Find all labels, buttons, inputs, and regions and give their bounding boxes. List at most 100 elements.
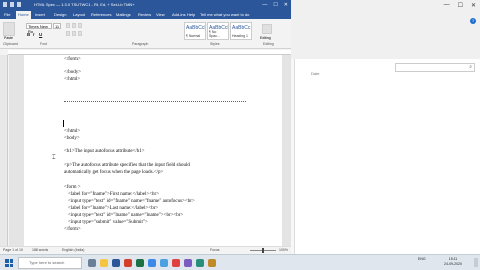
chrome-browser-icon[interactable] (172, 259, 180, 267)
page-count[interactable]: Page 1 of 10 (3, 247, 23, 254)
redo-icon[interactable] (17, 2, 21, 7)
doc-line: <body> (64, 136, 80, 141)
bullets-icon[interactable] (66, 23, 70, 28)
paste-button[interactable] (3, 22, 15, 36)
font-name-select[interactable]: Times New Ro (26, 23, 52, 34)
doc-line: <label for="lname">Last name:</label><br… (68, 206, 159, 211)
explorer-nav-pane (291, 59, 295, 254)
explorer-content: ⌕ Date (291, 59, 480, 254)
align-left-icon[interactable] (66, 31, 70, 36)
doc-line: </form> (64, 57, 81, 62)
powerpoint-app-icon[interactable] (124, 259, 132, 267)
zoom-slider-handle[interactable] (262, 248, 264, 253)
group-label-font: Font (40, 42, 48, 46)
zoom-level[interactable]: 100% (279, 247, 288, 254)
excel-app-icon[interactable] (136, 259, 144, 267)
doc-line: <input type="text" id="lname" name="lnam… (68, 213, 184, 218)
style-name: Heading 1 (232, 34, 248, 38)
tab-mailings[interactable]: Mailings (114, 11, 133, 19)
focus-mode-button[interactable]: Focus (210, 247, 220, 254)
underline-button[interactable]: U (39, 32, 42, 37)
ribbon-home: Paste Times New Ro 11 B I U AaBbCcDc ¶ N… (0, 19, 291, 49)
mouse-pointer-icon: ⌶ (52, 155, 56, 161)
tab-insert[interactable]: Insert (33, 11, 47, 19)
close-icon[interactable]: ✕ (284, 0, 288, 10)
explorer-toolbar: — ☐ ✕ ? (291, 0, 480, 59)
explorer-search-input[interactable]: ⌕ (395, 63, 475, 72)
editing-button[interactable] (262, 24, 272, 34)
multilevel-list-icon[interactable] (78, 23, 82, 28)
minimize-icon[interactable]: — (262, 0, 267, 10)
task-view-icon[interactable] (88, 259, 96, 267)
tab-help[interactable]: Help (185, 11, 197, 19)
notification-icon[interactable] (474, 258, 478, 267)
tab-references[interactable]: References (89, 11, 113, 19)
taskbar-search-input[interactable]: Type here to search (18, 257, 82, 269)
app-icon[interactable] (196, 259, 204, 267)
minimize-icon[interactable]: — (444, 2, 450, 9)
maximize-icon[interactable]: ☐ (273, 0, 277, 10)
maximize-icon[interactable]: ☐ (458, 2, 463, 9)
style-heading-1[interactable]: AaBbCc Heading 1 (230, 22, 252, 40)
windows-start-icon[interactable] (5, 259, 13, 267)
numbering-icon[interactable] (72, 23, 76, 28)
doc-line: <form > (64, 185, 81, 190)
language-indicator[interactable]: ENG (418, 257, 426, 262)
word-count[interactable]: 188 words (32, 247, 48, 254)
editing-label: Editing (260, 36, 271, 40)
doc-line: <input type="text" id="fname" name="fnam… (68, 199, 195, 204)
help-icon[interactable]: ? (470, 18, 476, 24)
column-header-date[interactable]: Date (311, 71, 319, 76)
tell-me-search[interactable]: Tell me what you want to do (200, 11, 249, 19)
tab-design[interactable]: Design (52, 11, 68, 19)
style-no-spacing[interactable]: AaBbCcDc ¶ No Spac... (207, 22, 229, 40)
style-name: ¶ Normal (186, 34, 201, 38)
word-window: HTML Spec — 1.3.0 TSUTWC1 - Rt, Ed, + Se… (0, 0, 291, 254)
mail-app-icon[interactable] (160, 259, 168, 267)
paste-label: Paste (4, 36, 13, 40)
style-sample: AaBbCc (232, 25, 251, 31)
doc-line: <label for="fname">First name:</label><b… (68, 192, 160, 197)
taskbar: Type here to search ENG 15:11 24-09-2020 (0, 254, 480, 270)
tab-home[interactable]: Home (16, 11, 31, 19)
align-center-icon[interactable] (72, 31, 76, 36)
style-sample: AaBbCcDc (186, 25, 205, 31)
bold-button[interactable]: B (27, 32, 30, 37)
group-label-editing: Editing (263, 42, 274, 46)
file-explorer-icon[interactable] (100, 259, 108, 267)
doc-line: <p>The autofocus attribute specifies tha… (64, 163, 190, 168)
text-cursor (63, 120, 64, 127)
doc-line: <input type="submit" value="Submit"> (68, 220, 148, 225)
style-name: ¶ No Spac... (209, 30, 220, 38)
close-icon[interactable]: ✕ (471, 2, 476, 9)
vertical-ruler[interactable] (0, 55, 8, 246)
language-indicator[interactable]: English (India) (62, 247, 84, 254)
undo-icon[interactable] (10, 2, 14, 7)
search-icon: ⌕ (469, 64, 472, 70)
word-app-icon[interactable] (112, 259, 120, 267)
save-icon[interactable] (3, 2, 7, 7)
tab-layout[interactable]: Layout (71, 11, 87, 19)
doc-line: <h1>The input autofocus attribute</h1> (64, 149, 145, 154)
italic-button[interactable]: I (33, 32, 34, 37)
font-size-select[interactable]: 11 (53, 23, 61, 29)
style-normal[interactable]: AaBbCcDc ¶ Normal (184, 22, 206, 40)
clock-date: 24-09-2020 (444, 262, 462, 266)
doc-line: automatically get focus when the page lo… (64, 170, 164, 175)
status-bar: Page 1 of 10 188 words English (India) F… (0, 246, 291, 254)
doc-line: </form> (64, 227, 81, 232)
edge-browser-icon[interactable] (148, 259, 156, 267)
app-icon[interactable] (184, 259, 192, 267)
doc-line: </body> (64, 70, 82, 75)
ribbon-tabs: File Home Insert Design Layout Reference… (0, 10, 291, 19)
clock[interactable]: 15:11 24-09-2020 (436, 257, 470, 267)
document-page[interactable]: </form> </body> </html> </html> <body> <… (24, 55, 282, 246)
align-right-icon[interactable] (78, 31, 82, 36)
app-icon[interactable] (208, 259, 216, 267)
tab-file[interactable]: File (2, 11, 12, 19)
page-break-divider (64, 101, 246, 102)
tab-view[interactable]: View (154, 11, 167, 19)
tab-review[interactable]: Review (136, 11, 153, 19)
doc-line: </html> (64, 129, 81, 134)
doc-line: </html> (64, 77, 81, 82)
